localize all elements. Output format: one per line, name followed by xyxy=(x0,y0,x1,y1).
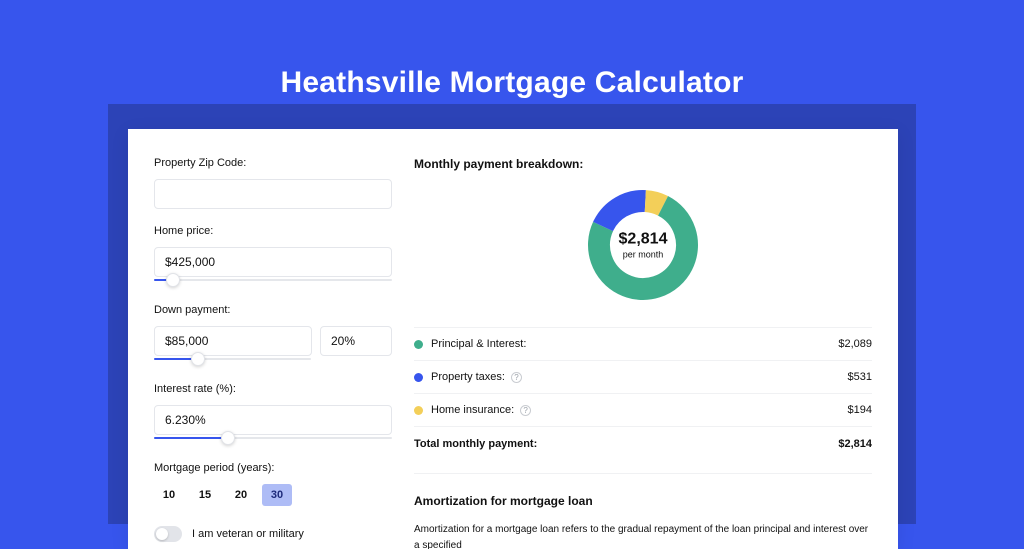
home-price-field-group: Home price: xyxy=(154,225,392,284)
down-payment-slider[interactable] xyxy=(154,355,311,363)
donut-sub: per month xyxy=(619,250,668,260)
breakdown-row-insurance: Home insurance: ? $194 xyxy=(414,393,872,426)
breakdown-row-principal: Principal & Interest: $2,089 xyxy=(414,327,872,360)
breakdown-total-label: Total monthly payment: xyxy=(414,438,537,450)
down-payment-row xyxy=(154,326,392,356)
interest-field-group: Interest rate (%): xyxy=(154,383,392,442)
amortization-title: Amortization for mortgage loan xyxy=(414,494,872,508)
breakdown-row-total: Total monthly payment: $2,814 xyxy=(414,426,872,461)
period-field-group: Mortgage period (years): 10 15 20 30 xyxy=(154,462,392,506)
period-button-15[interactable]: 15 xyxy=(190,484,220,506)
period-buttons: 10 15 20 30 xyxy=(154,484,392,506)
breakdown-title: Monthly payment breakdown: xyxy=(414,157,872,171)
down-payment-amount-input[interactable] xyxy=(154,326,312,356)
slider-thumb[interactable] xyxy=(166,273,180,287)
donut-chart-wrap: $2,814 per month xyxy=(414,185,872,305)
toggle-knob xyxy=(156,528,168,540)
breakdown-label: Property taxes: xyxy=(431,371,505,383)
home-price-input[interactable] xyxy=(154,247,392,277)
calculator-panel: Property Zip Code: Home price: Down paym… xyxy=(128,129,898,549)
breakdown-column: Monthly payment breakdown: $2,814 xyxy=(414,157,872,549)
zip-label: Property Zip Code: xyxy=(154,157,392,169)
page-root: Heathsville Mortgage Calculator Property… xyxy=(0,0,1024,512)
breakdown-label: Principal & Interest: xyxy=(431,338,526,350)
help-icon[interactable]: ? xyxy=(511,372,522,383)
donut-chart: $2,814 per month xyxy=(583,185,703,305)
dot-icon xyxy=(414,340,423,349)
period-button-10[interactable]: 10 xyxy=(154,484,184,506)
page-title: Heathsville Mortgage Calculator xyxy=(0,0,1024,100)
dot-icon xyxy=(414,406,423,415)
dot-icon xyxy=(414,373,423,382)
interest-input[interactable] xyxy=(154,405,392,435)
veteran-row: I am veteran or military xyxy=(154,526,392,542)
home-price-label: Home price: xyxy=(154,225,392,237)
panel-inner: Property Zip Code: Home price: Down paym… xyxy=(128,129,898,549)
slider-fill xyxy=(154,437,228,439)
breakdown-value: $2,089 xyxy=(838,338,872,350)
interest-label: Interest rate (%): xyxy=(154,383,392,395)
veteran-toggle[interactable] xyxy=(154,526,182,542)
breakdown-row-taxes: Property taxes: ? $531 xyxy=(414,360,872,393)
zip-field-group: Property Zip Code: xyxy=(154,157,392,209)
donut-value: $2,814 xyxy=(619,231,668,249)
period-label: Mortgage period (years): xyxy=(154,462,392,474)
form-column: Property Zip Code: Home price: Down paym… xyxy=(154,157,392,549)
slider-track xyxy=(154,279,392,281)
down-payment-label: Down payment: xyxy=(154,304,392,316)
breakdown-value: $194 xyxy=(848,404,872,416)
interest-slider[interactable] xyxy=(154,434,392,442)
veteran-label: I am veteran or military xyxy=(192,528,304,540)
period-button-20[interactable]: 20 xyxy=(226,484,256,506)
home-price-slider[interactable] xyxy=(154,276,392,284)
slider-thumb[interactable] xyxy=(221,431,235,445)
donut-center: $2,814 per month xyxy=(619,231,668,260)
amortization-text: Amortization for a mortgage loan refers … xyxy=(414,522,872,549)
help-icon[interactable]: ? xyxy=(520,405,531,416)
down-payment-pct-input[interactable] xyxy=(320,326,392,356)
breakdown-label: Home insurance: xyxy=(431,404,514,416)
breakdown-value: $531 xyxy=(848,371,872,383)
period-button-30[interactable]: 30 xyxy=(262,484,292,506)
down-payment-field-group: Down payment: xyxy=(154,304,392,363)
zip-input[interactable] xyxy=(154,179,392,209)
amortization-section: Amortization for mortgage loan Amortizat… xyxy=(414,473,872,549)
breakdown-total-value: $2,814 xyxy=(838,438,872,450)
slider-thumb[interactable] xyxy=(191,352,205,366)
